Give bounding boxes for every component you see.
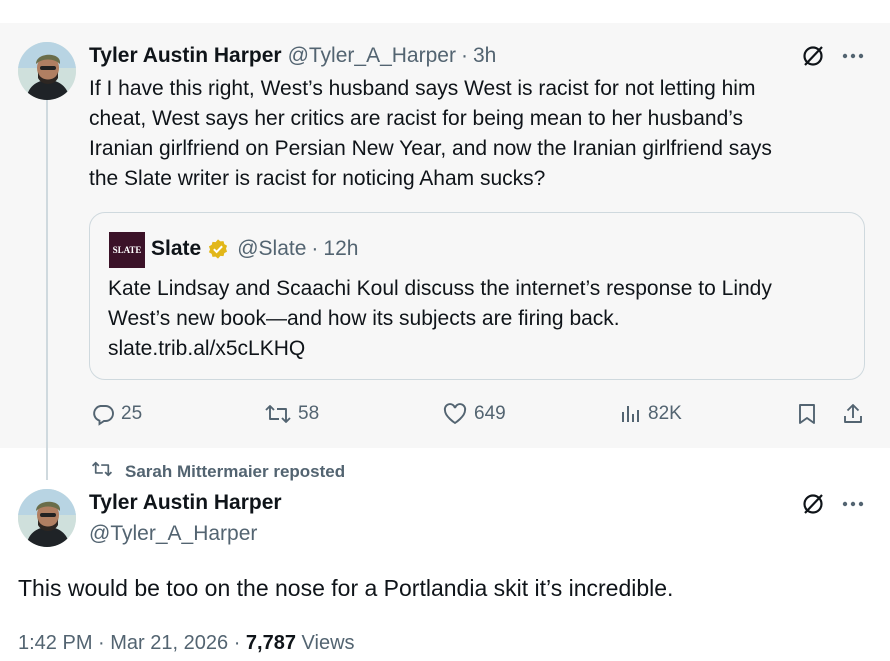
- reply-count: 25: [121, 403, 143, 424]
- quote-tweet[interactable]: SLATE Slate @Slate · 12h Kate Lindsay an…: [89, 212, 865, 380]
- views-count: 82K: [648, 403, 682, 424]
- slate-logo: SLATE: [109, 232, 145, 268]
- reply-button[interactable]: 25: [91, 402, 142, 426]
- repost-context[interactable]: Sarah Mittermaier reposted: [91, 459, 345, 484]
- quote-text-line: West’s new book—and how its subjects are…: [108, 307, 620, 330]
- repost-count: 58: [298, 403, 320, 424]
- repost-button[interactable]: 58: [264, 402, 319, 426]
- tweet-text-line: If I have this right, West’s husband say…: [89, 77, 756, 100]
- verified-badge-icon: [207, 238, 229, 260]
- like-count: 649: [474, 403, 506, 424]
- views-label: Views: [301, 632, 355, 654]
- tweet-time[interactable]: 3h: [473, 44, 496, 68]
- tweet-text: If I have this right, West’s husband say…: [89, 74, 869, 194]
- tweet-date[interactable]: Mar 21, 2026: [110, 632, 228, 654]
- author-handle[interactable]: @Tyler_A_Harper: [89, 522, 257, 546]
- more-icon[interactable]: [840, 43, 866, 69]
- repost-icon: [264, 402, 292, 426]
- main-tweet-handle-row: @Tyler_A_Harper: [89, 522, 257, 546]
- action-bar: 25 58 649 82K: [0, 398, 890, 430]
- quote-author-name: Slate: [151, 237, 202, 260]
- separator-dot: ·: [98, 632, 111, 654]
- main-tweet-text: This would be too on the nose for a Port…: [18, 575, 674, 601]
- repost-icon: [91, 459, 113, 484]
- quote-text-line: Kate Lindsay and Scaachi Koul discuss th…: [108, 277, 772, 300]
- avatar-image: [18, 489, 76, 547]
- share-icon[interactable]: [841, 402, 865, 426]
- top-strip: [0, 0, 890, 23]
- main-tweet-author-name-row: Tyler Austin Harper: [89, 491, 282, 515]
- bookmark-icon[interactable]: [796, 402, 818, 426]
- views-button[interactable]: 82K: [620, 402, 682, 426]
- quote-time: 12h: [323, 237, 359, 260]
- tweet-time[interactable]: 1:42 PM: [18, 632, 92, 654]
- views-count: 7,787: [245, 632, 296, 654]
- views-icon: [620, 402, 642, 426]
- quote-link[interactable]: slate.trib.al/x5cLKHQ: [108, 334, 858, 364]
- more-icon[interactable]: [840, 491, 866, 517]
- repost-context-label: Sarah Mittermaier reposted: [125, 461, 346, 481]
- author-handle[interactable]: @Tyler_A_Harper: [288, 44, 456, 68]
- avatar[interactable]: [18, 489, 76, 547]
- separator-dot: ·: [311, 237, 319, 260]
- parent-tweet-header: Tyler Austin Harper @Tyler_A_Harper · 3h: [89, 44, 496, 68]
- separator-dot: ·: [460, 44, 468, 67]
- tweet-text-line: cheat, West says her critics are racist …: [89, 107, 744, 130]
- author-name[interactable]: Tyler Austin Harper: [89, 44, 282, 68]
- quote-author-handle: @Slate: [237, 237, 307, 260]
- quote-header: Slate @Slate · 12h: [151, 237, 358, 261]
- like-button[interactable]: 649: [442, 402, 506, 426]
- tweet-timestamp: 1:42 PM · Mar 21, 2026 · 7,787 Views: [18, 632, 355, 655]
- no-entry-grok-icon[interactable]: [800, 43, 826, 69]
- avatar-image: [18, 42, 76, 100]
- tweet-text-line: the Slate writer is racist for noticing …: [89, 167, 546, 190]
- reply-icon: [91, 402, 115, 426]
- author-name[interactable]: Tyler Austin Harper: [89, 491, 282, 515]
- like-icon: [442, 402, 468, 426]
- separator-dot: ·: [233, 632, 246, 654]
- avatar[interactable]: [18, 42, 76, 100]
- tweet-text-line: Iranian girlfriend on Persian New Year, …: [89, 137, 772, 160]
- no-entry-grok-icon[interactable]: [800, 491, 826, 517]
- quote-text: Kate Lindsay and Scaachi Koul discuss th…: [108, 274, 858, 364]
